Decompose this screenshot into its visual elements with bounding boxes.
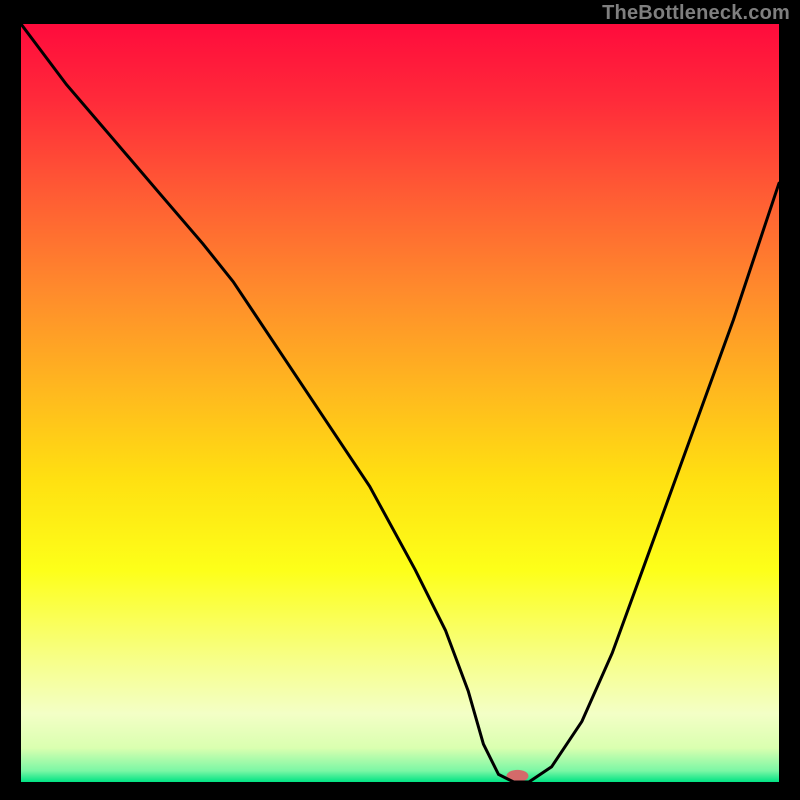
attribution-text: TheBottleneck.com xyxy=(602,2,790,25)
plot-area xyxy=(21,24,779,782)
chart-container: TheBottleneck.com xyxy=(0,0,800,800)
chart-svg xyxy=(21,24,779,782)
chart-background xyxy=(21,24,779,782)
